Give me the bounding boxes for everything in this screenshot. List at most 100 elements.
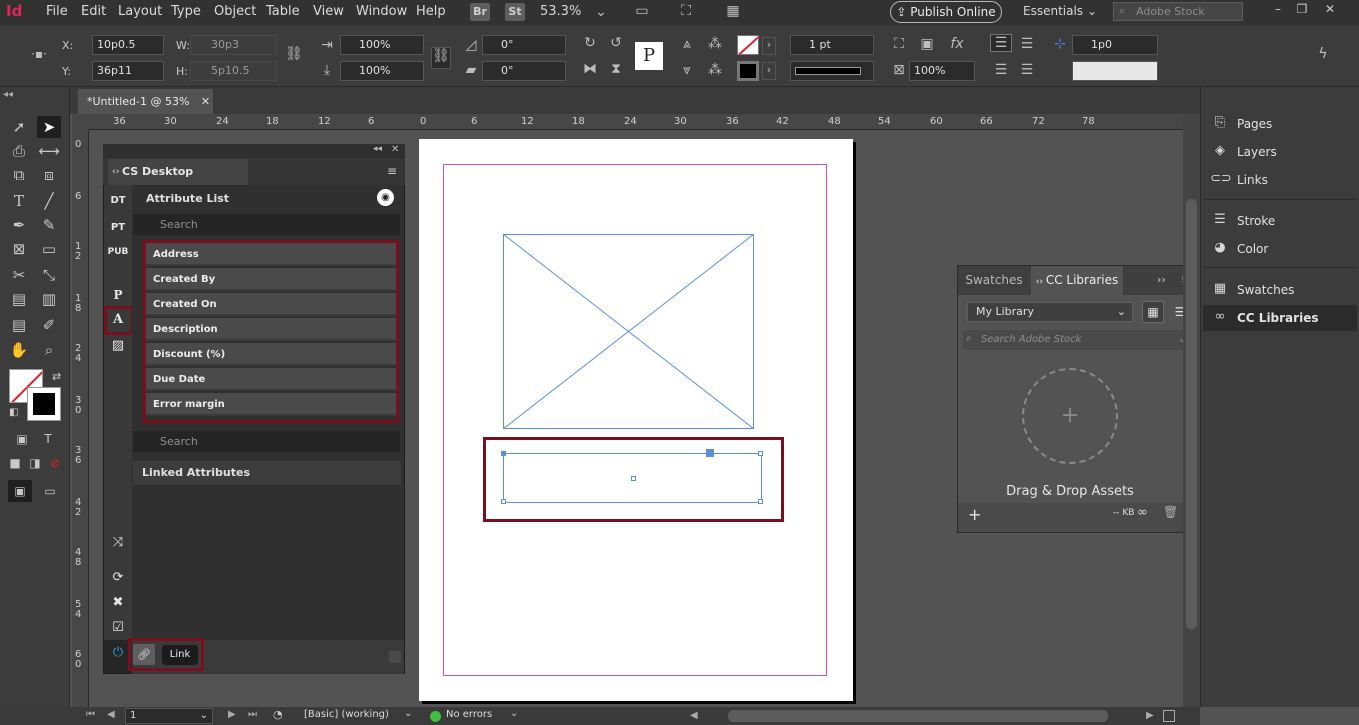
stroke-color-icon[interactable] [27,387,61,421]
attribute-search-input[interactable]: Search [133,214,400,235]
check-icon[interactable]: ☑ [108,620,128,638]
first-page-icon[interactable]: ⏮ [86,709,95,720]
note-tool-icon[interactable]: ▤ [7,314,31,336]
zoom-tool-icon[interactable]: ⌕ [37,339,61,361]
pen-tool-icon[interactable]: ✒ [7,214,31,236]
library-stock-search-input[interactable]: Search Adobe Stock [963,330,1193,350]
fill-swatch-icon[interactable] [737,35,759,55]
creative-cloud-icon[interactable]: ∞ [1137,505,1148,520]
flip-horizontal-icon[interactable]: ⧓ [580,61,600,77]
restore-icon[interactable]: ❐ [1292,2,1312,20]
default-colors-icon[interactable]: ◧ [9,407,21,419]
eye-icon[interactable]: ◉ [377,189,394,206]
menu-help[interactable]: Help [416,4,446,19]
side-tab-dt[interactable]: DT [104,195,132,206]
horizontal-scrollbar-thumb[interactable] [728,710,1108,722]
dock-item-links[interactable]: Links [1203,167,1357,193]
menu-type[interactable]: Type [171,4,201,19]
menu-view[interactable]: View [313,4,344,19]
select-container-icon[interactable]: ⩓ [678,36,696,52]
ruler-origin[interactable] [72,114,89,130]
gradient-feather-tool-icon[interactable]: ▥ [37,288,61,310]
document-tab[interactable]: *Untitled-1 @ 53% ✕ [78,89,213,114]
rotate-cw-icon[interactable]: ↻ [580,35,600,51]
scale-y-field[interactable]: 100% [340,61,424,81]
tab-cc-libraries[interactable]: ‹› CC Libraries [1031,266,1123,295]
collapse-tools-icon[interactable]: ◂◂ [3,89,13,100]
flip-vertical-icon[interactable]: ⧗ [606,61,626,77]
stock-button[interactable]: St [505,3,525,21]
rectangle-tool-icon[interactable]: ▭ [37,238,61,260]
swap-colors-icon[interactable]: ⇄ [52,370,64,383]
publish-online-button[interactable]: ⇪ Publish Online [890,1,1002,23]
view-options-icon[interactable]: ▭ [633,3,651,19]
free-transform-tool-icon[interactable]: ⤡ [37,264,61,286]
select-content-icon[interactable]: ⩔ [678,62,696,78]
menu-window[interactable]: Window [356,4,407,19]
stroke-swatch-icon[interactable] [737,61,759,81]
arrange-documents-icon[interactable]: ▦ [722,3,744,19]
line-tool-icon[interactable]: ╱ [37,190,61,212]
stroke-type-select[interactable] [790,61,874,81]
close-icon[interactable]: ✕ [1320,2,1340,20]
linked-search-input[interactable]: Search [133,431,400,452]
chevron-down-icon[interactable]: ⌄ [404,708,412,719]
last-page-icon[interactable]: ⏭ [248,709,257,720]
menu-layout[interactable]: Layout [118,4,162,19]
y-field[interactable]: 36p11 [92,61,164,81]
refresh-frame-icon[interactable]: ⟳ [108,570,128,588]
spacing-field[interactable]: 1p0 [1072,35,1158,55]
preflight-profile[interactable]: [Basic] (working) [304,709,389,720]
rotate-field[interactable]: 0° [482,35,566,55]
select-next-icon[interactable]: ⁂ [704,62,726,78]
hand-tool-icon[interactable]: ✋ [7,339,31,361]
chevron-right-icon[interactable]: › [762,37,776,55]
page-number-field[interactable]: 1 ⌄ [125,708,213,724]
normal-view-icon[interactable]: ▣ [8,480,32,502]
scroll-left-icon[interactable]: ◀ [690,710,698,721]
opacity-field[interactable]: 100% [909,61,975,81]
trash-icon[interactable]: 🗑︎ [1163,505,1178,519]
scissors-tool-icon[interactable]: ✂ [7,264,31,286]
dock-item-cc-libraries[interactable]: CC Libraries [1203,305,1357,331]
next-page-icon[interactable]: ▶ [228,709,236,720]
style-select[interactable] [1072,61,1158,81]
eyedropper-tool-icon[interactable]: ✐ [37,314,61,336]
scale-x-field[interactable]: 100% [340,35,424,55]
dock-item-pages[interactable]: Pages [1203,111,1357,137]
text-wrap-icon[interactable]: ⛶ [889,36,909,52]
select-previous-icon[interactable]: ⁂ [704,36,726,52]
stock-search-input[interactable]: Adobe Stock [1113,2,1243,21]
image-icon[interactable]: ▨ [108,338,128,356]
x-field[interactable]: 10p0.5 [92,35,164,55]
content-collector-icon[interactable]: ⧉ [7,164,31,186]
collapse-panel-icon[interactable]: ›› [1157,273,1166,286]
resize-icon[interactable] [1163,710,1175,722]
pencil-tool-icon[interactable]: ✎ [37,214,61,236]
drop-shadow-icon[interactable]: ▣ [917,36,937,52]
gap-tool-icon[interactable]: ⟷ [37,140,61,162]
direct-selection-tool-icon[interactable]: ➤ [37,116,61,138]
chevron-right-icon[interactable]: › [762,62,776,80]
align-top-icon[interactable]: ☰ [990,34,1012,52]
bridge-button[interactable]: Br [470,3,490,21]
auto-fit-icon[interactable]: ⊹ [1050,36,1070,52]
add-asset-icon[interactable]: + [968,505,981,524]
preview-mode-icon[interactable]: ▭ [38,480,62,502]
drop-zone[interactable]: + [1022,368,1118,464]
side-tab-p[interactable]: P [104,288,132,302]
library-select[interactable]: My Library ⌄ [967,302,1133,322]
power-icon[interactable]: ⏻ [108,645,128,663]
apply-none-icon[interactable]: ⊘ [43,452,67,474]
constrain-proportions-icon[interactable]: ⛓ [285,46,303,62]
scroll-right-icon[interactable]: ▶ [1146,710,1154,721]
dock-item-stroke[interactable]: Stroke [1203,208,1357,234]
grid-view-icon[interactable]: ▦ [1142,301,1164,323]
workspace-switcher[interactable]: Essentials ⌄ [1023,4,1097,18]
w-field[interactable]: 30p3 [190,35,277,55]
chevron-down-icon[interactable]: ⌄ [594,4,608,20]
minimize-icon[interactable]: – [1268,2,1288,20]
error-status[interactable]: No errors [446,709,492,720]
menu-table[interactable]: Table [266,4,300,19]
lightning-icon[interactable]: ϟ [1314,46,1332,62]
